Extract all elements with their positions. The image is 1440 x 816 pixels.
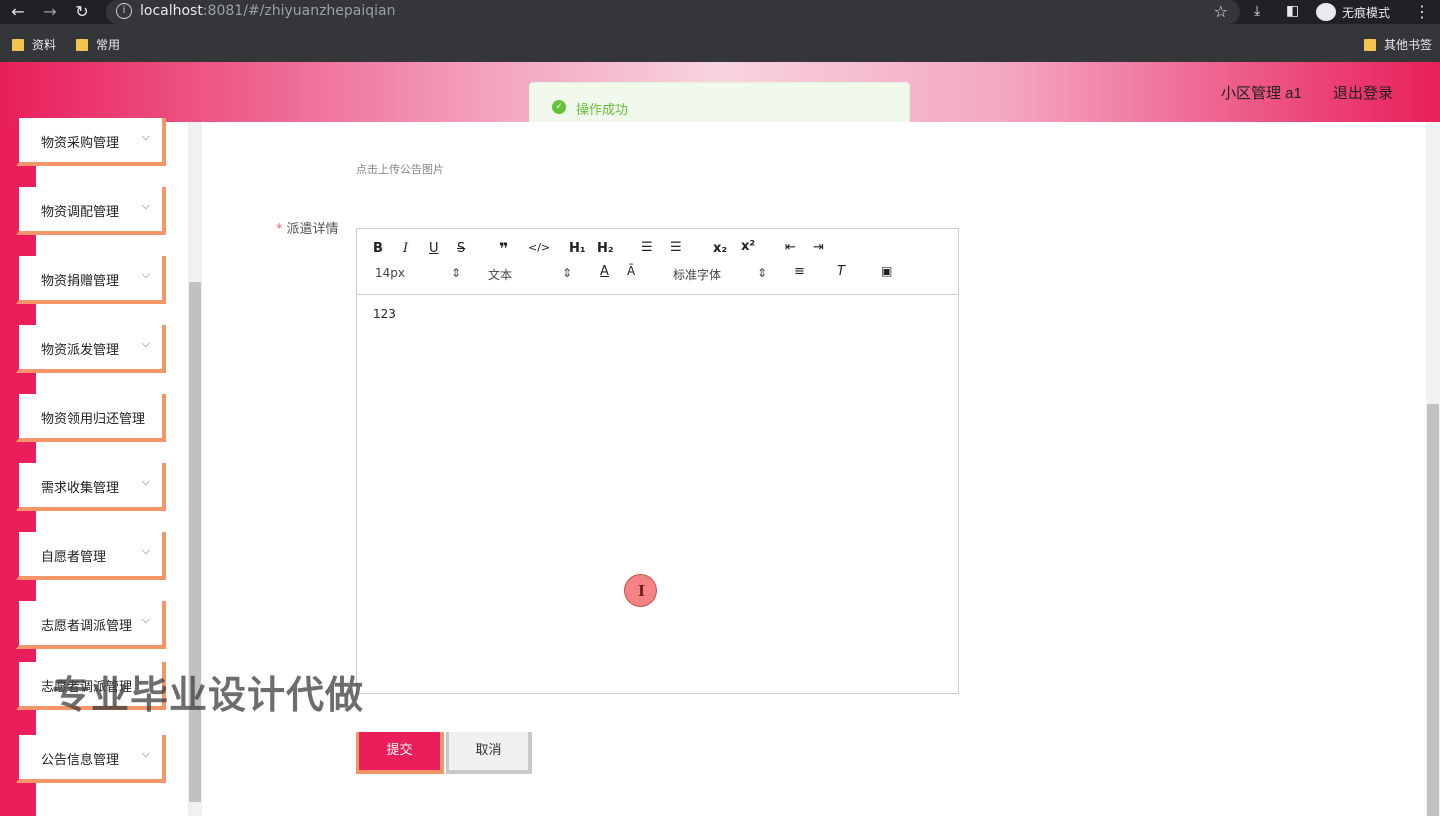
clear-format-icon[interactable]: T (837, 264, 845, 279)
sidebar-item-label: 物资派发管理 (41, 343, 120, 358)
underline-icon[interactable]: U (429, 241, 439, 256)
sidebar-item[interactable]: 物资采购管理 ⌵ (16, 118, 166, 166)
editor-toolbar: B I U S ❞ </> H₁ H₂ ☰ ☰ x₂ x² ⇤ ⇥ 14px ⇕ … (357, 229, 958, 295)
sidebar-item-label: 物资调配管理 (41, 205, 120, 220)
chevron-down-icon[interactable]: ⌵ (142, 544, 150, 558)
watermark: 专业毕业设计代做 (52, 673, 365, 717)
italic-icon[interactable]: I (403, 241, 408, 256)
background-color-icon[interactable]: Ā (627, 264, 635, 278)
subscript-icon[interactable]: x₂ (713, 241, 727, 256)
sidebar-item[interactable]: 物资派发管理 ⌵ (16, 325, 166, 373)
sidebar-item[interactable]: 需求收集管理 ⌵ (16, 463, 166, 511)
sidebar-item[interactable]: 自愿者管理 ⌵ (16, 532, 166, 580)
logout-link[interactable]: 退出登录 (1333, 82, 1393, 103)
h1-icon[interactable]: H₁ (569, 241, 586, 256)
detail-label: * 派遣详情 (276, 222, 339, 237)
folder-icon (1364, 38, 1376, 51)
bookmark-folder[interactable]: 常用 (76, 36, 120, 53)
image-icon[interactable]: ▣ (881, 264, 892, 278)
editor-content[interactable]: 123 (373, 307, 396, 321)
bullet-list-icon[interactable]: ☰ (670, 240, 682, 255)
incognito-icon (1316, 3, 1336, 21)
sidepanel-icon[interactable]: ◧ (1286, 3, 1299, 19)
toast-message: 操作成功 (576, 103, 629, 118)
sidebar-item-label: 公告信息管理 (41, 753, 120, 768)
chevron-down-icon[interactable]: ⌵ (142, 337, 150, 351)
current-user: 小区管理 a1 (1221, 85, 1302, 102)
strike-icon[interactable]: S (457, 241, 465, 256)
cancel-button[interactable]: 取消 (446, 732, 532, 774)
chevron-down-icon[interactable]: ⌵ (142, 268, 150, 282)
rich-text-editor[interactable]: B I U S ❞ </> H₁ H₂ ☰ ☰ x₂ x² ⇤ ⇥ 14px ⇕ … (356, 228, 959, 694)
sidebar-item-label: 志愿者调派管理 (41, 619, 133, 634)
outdent-icon[interactable]: ⇤ (785, 240, 796, 255)
sidebar-item[interactable]: 公告信息管理 ⌵ (16, 735, 166, 783)
bookmark-star-icon[interactable]: ☆ (1214, 2, 1228, 21)
h2-icon[interactable]: H₂ (597, 241, 614, 256)
chevron-down-icon[interactable]: ⌵ (142, 130, 150, 144)
sidebar-item[interactable]: 物资领用归还管理 (16, 394, 166, 442)
blockquote-icon[interactable]: ❞ (499, 239, 508, 258)
sidebar-item-label: 需求收集管理 (41, 481, 120, 496)
font-family-select[interactable]: 标准字体 ⇕ (673, 266, 767, 283)
url-text: localhost:8081/#/zhiyuanzhepaiqian (140, 3, 396, 19)
download-icon[interactable]: ⤓ (1254, 3, 1260, 19)
header-select[interactable]: 文本 ⇕ (488, 266, 572, 283)
scrollbar-thumb[interactable] (189, 282, 201, 802)
chevron-down-icon[interactable]: ⌵ (142, 747, 150, 761)
bookmark-folder[interactable]: 资料 (12, 36, 56, 53)
font-size-select[interactable]: 14px ⇕ (375, 266, 461, 280)
back-icon[interactable]: ← (8, 2, 28, 22)
sidebar-item-label: 物资领用归还管理 (41, 412, 146, 427)
upload-hint[interactable]: 点击上传公告图片 (356, 161, 444, 177)
scrollbar-thumb[interactable] (1427, 404, 1439, 816)
sidebar-item[interactable]: 志愿者调派管理 ⌵ (16, 601, 166, 649)
browser-titlebar: ← → ↻ i localhost:8081/#/zhiyuanzhepaiqi… (0, 0, 1440, 24)
chevron-down-icon[interactable]: ⌵ (142, 475, 150, 489)
code-icon[interactable]: </> (528, 241, 550, 254)
sidebar-item-label: 自愿者管理 (41, 550, 107, 565)
reload-icon[interactable]: ↻ (72, 2, 92, 22)
incognito-badge[interactable]: 无痕模式 (1316, 3, 1390, 21)
font-color-icon[interactable]: A (600, 264, 609, 279)
indent-icon[interactable]: ⇥ (813, 240, 824, 255)
ordered-list-icon[interactable]: ☰ (641, 240, 653, 255)
sidebar-item[interactable]: 物资调配管理 ⌵ (16, 187, 166, 235)
other-bookmarks[interactable]: 其他书签 (1364, 36, 1432, 53)
browser-menu-icon[interactable]: ⋮ (1412, 2, 1432, 22)
main-scrollbar[interactable] (1426, 122, 1440, 816)
site-info-icon[interactable]: i (116, 3, 132, 19)
chevron-down-icon[interactable]: ⌵ (142, 613, 150, 627)
check-circle-icon: ✓ (552, 100, 566, 114)
folder-icon (76, 38, 88, 51)
submit-button[interactable]: 提交 (356, 732, 444, 774)
sidebar-item-label: 物资捐赠管理 (41, 274, 120, 289)
sidebar-item-label: 物资采购管理 (41, 136, 120, 151)
sidebar-item[interactable]: 物资捐赠管理 ⌵ (16, 256, 166, 304)
superscript-icon[interactable]: x² (741, 239, 755, 254)
align-icon[interactable]: ≡ (794, 264, 805, 279)
chevron-down-icon[interactable]: ⌵ (142, 199, 150, 213)
forward-icon[interactable]: → (40, 2, 60, 22)
bookmarks-bar: 资料 常用 其他书签 (0, 24, 1440, 62)
text-cursor-indicator: I (624, 574, 657, 607)
folder-icon (12, 38, 24, 51)
bold-icon[interactable]: B (373, 241, 383, 256)
address-bar[interactable]: i localhost:8081/#/zhiyuanzhepaiqian ☆ (106, 0, 1240, 24)
